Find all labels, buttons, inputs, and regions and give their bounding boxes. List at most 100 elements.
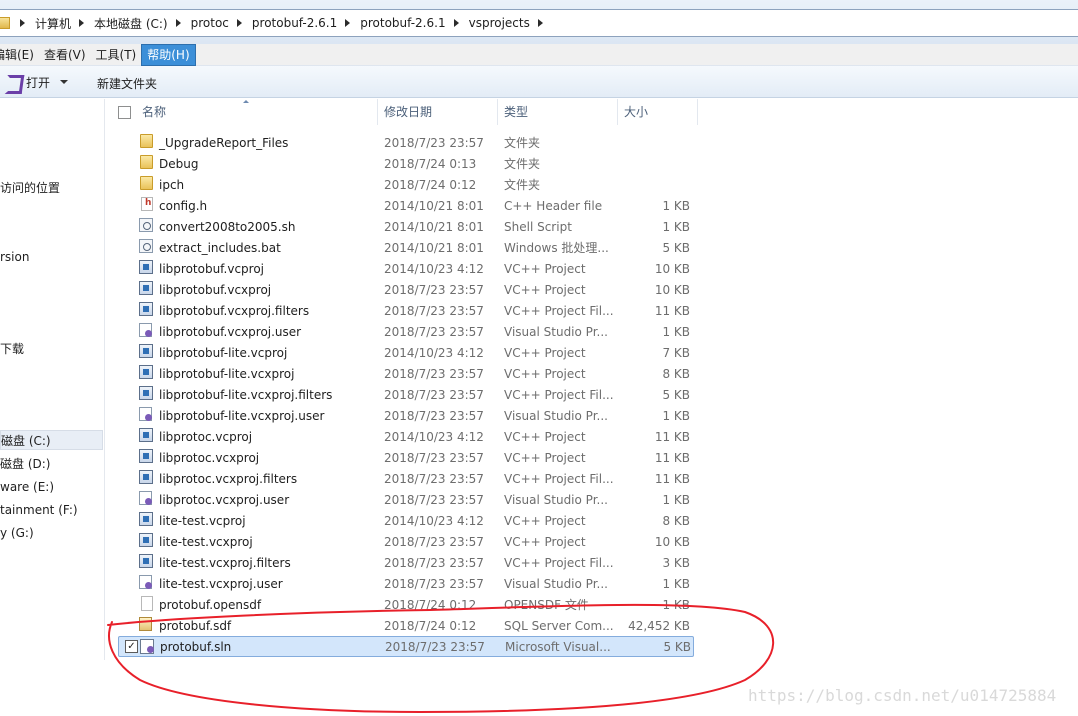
select-all-checkbox[interactable] [118, 106, 131, 119]
breadcrumb-item[interactable]: protoc [191, 16, 229, 30]
file-type: VC++ Project Fil... [504, 471, 614, 486]
file-name: libprotobuf.vcproj [159, 261, 265, 276]
file-row[interactable]: libprotobuf.vcxproj.user 2018/7/23 23:57 V… [106, 321, 698, 342]
file-type: Windows 批处理... [504, 241, 609, 255]
navigation-pane[interactable]: 访问的位置 rsion 下载 磁盘 (C:) 磁盘 (D:) ware (E:)… [0, 99, 105, 660]
breadcrumb-item[interactable]: protobuf-2.6.1 [252, 16, 337, 30]
file-type: Shell Script [504, 219, 572, 234]
menu-item[interactable]: 查看(V) [39, 44, 91, 66]
breadcrumb-separator-icon[interactable] [20, 19, 25, 27]
file-type: Visual Studio Pr... [504, 576, 608, 591]
file-row[interactable]: libprotobuf.vcxproj.filters 2018/7/23 23:… [106, 300, 698, 321]
project-file-icon [139, 428, 153, 442]
breadcrumb-separator-icon[interactable] [453, 19, 459, 27]
address-box[interactable]: 计算机 本地磁盘 (C:) protoc protobuf-2.6.1 protobuf… [0, 9, 1078, 37]
file-size: 1 KB [662, 198, 690, 213]
file-row[interactable]: libprotobuf-lite.vcxproj 2018/7/23 23:57 V… [106, 363, 698, 384]
file-name: lite-test.vcxproj [159, 534, 253, 549]
file-date: 2018/7/24 0:12 [384, 618, 477, 633]
file-row[interactable]: ipch 2018/7/24 0:12 文件夹 [106, 174, 698, 195]
column-date-label: 修改日期 [384, 105, 433, 119]
chevron-down-icon[interactable] [60, 80, 69, 84]
column-header-date[interactable]: 修改日期 [378, 99, 498, 125]
nav-item-recent-places[interactable]: 访问的位置 [0, 178, 103, 198]
file-row[interactable]: libprotobuf-lite.vcxproj.filters 2018/7/2… [106, 384, 698, 405]
file-type: Microsoft Visual... [505, 639, 611, 654]
project-file-icon [139, 533, 153, 547]
project-file-icon [139, 260, 153, 274]
nav-item-drive-c[interactable]: 磁盘 (C:) [0, 430, 103, 450]
column-header-type[interactable]: 类型 [498, 99, 618, 125]
breadcrumb-separator-icon[interactable] [79, 19, 85, 27]
file-list[interactable]: 名称 修改日期 类型 大小 _UpgradeReport_Files 2018/7… [106, 99, 1078, 660]
nav-item-drive-d[interactable]: 磁盘 (D:) [0, 454, 103, 474]
column-header-row: 名称 修改日期 类型 大小 [106, 99, 698, 125]
file-row[interactable]: protobuf.opensdf 2018/7/24 0:12 OPENSDF 文件… [106, 594, 698, 615]
file-date: 2014/10/23 4:12 [384, 429, 484, 444]
file-size: 3 KB [662, 555, 690, 570]
file-name: libprotobuf-lite.vcxproj [159, 366, 295, 381]
file-row[interactable]: lite-test.vcxproj.filters 2018/7/23 23:57… [106, 552, 698, 573]
file-type: OPENSDF 文件 [504, 598, 589, 612]
new-folder-button[interactable]: 新建文件夹 [97, 75, 157, 92]
menu-item[interactable]: 帮助(H) [141, 43, 196, 66]
breadcrumb-item[interactable]: 本地磁盘 (C:) [94, 15, 168, 32]
file-name: protobuf.sln [160, 639, 232, 654]
nav-item-version[interactable]: rsion [0, 247, 103, 267]
breadcrumb-item[interactable]: 计算机 [35, 15, 71, 32]
file-type: 文件夹 [504, 136, 541, 150]
file-size: 42,452 KB [628, 618, 690, 633]
folder-icon [0, 17, 10, 29]
file-date: 2018/7/23 23:57 [384, 324, 484, 339]
menu-item[interactable]: 工具(T) [91, 44, 142, 66]
file-row[interactable]: libprotobuf.vcproj 2014/10/23 4:12 VC++ Pr… [106, 258, 698, 279]
file-size: 11 KB [654, 471, 690, 486]
file-row[interactable]: extract_includes.bat 2014/10/21 8:01 Windo… [106, 237, 698, 258]
user-file-icon [139, 323, 152, 337]
file-row[interactable]: Debug 2018/7/24 0:13 文件夹 [106, 153, 698, 174]
file-name: config.h [159, 198, 208, 213]
breadcrumb-separator-icon[interactable] [537, 19, 543, 27]
file-row[interactable]: config.h 2014/10/21 8:01 C++ Header file 1 … [106, 195, 698, 216]
breadcrumb-separator-icon[interactable] [345, 19, 351, 27]
file-row[interactable]: libprotobuf-lite.vcxproj.user 2018/7/23 2… [106, 405, 698, 426]
file-row[interactable]: libprotobuf-lite.vcproj 2014/10/23 4:12 VC… [106, 342, 698, 363]
file-type: VC++ Project Fil... [504, 303, 614, 318]
file-row[interactable]: convert2008to2005.sh 2014/10/21 8:01 Shell… [106, 216, 698, 237]
file-row[interactable]: libprotoc.vcxproj 2018/7/23 23:57 VC++ Pro… [106, 447, 698, 468]
file-date: 2018/7/24 0:12 [384, 177, 477, 192]
open-button[interactable]: 打开 [4, 72, 69, 92]
project-file-icon [139, 449, 153, 463]
nav-item-drive-e[interactable]: ware (E:) [0, 477, 103, 497]
nav-item-drive-f[interactable]: tainment (F:) [0, 500, 103, 520]
project-file-icon [139, 554, 153, 568]
file-row[interactable]: protobuf.sdf 2018/7/24 0:12 SQL Server Com… [106, 615, 698, 636]
breadcrumb-separator-icon[interactable] [175, 19, 181, 27]
file-row[interactable]: lite-test.vcproj 2014/10/23 4:12 VC++ Proj… [106, 510, 698, 531]
menu-item[interactable]: 编辑(E) [0, 44, 39, 66]
file-row[interactable]: _UpgradeReport_Files 2018/7/23 23:57 文件夹 [106, 132, 698, 153]
file-row[interactable]: libprotoc.vcxproj.user 2018/7/23 23:57 Vis… [106, 489, 698, 510]
column-header-size[interactable]: 大小 [618, 99, 698, 125]
file-row[interactable]: lite-test.vcxproj 2018/7/23 23:57 VC++ Pro… [106, 531, 698, 552]
watermark-text: https://blog.csdn.net/u014725884 [748, 686, 1057, 705]
file-row[interactable]: ✓ protobuf.sln 2018/7/23 23:57 Microsoft Vi… [118, 636, 694, 657]
nav-item-downloads[interactable]: 下载 [0, 339, 103, 359]
nav-item-drive-g[interactable]: y (G:) [0, 523, 103, 543]
file-size: 1 KB [662, 492, 690, 507]
file-name: convert2008to2005.sh [159, 219, 296, 234]
file-size: 8 KB [662, 513, 690, 528]
breadcrumb-item[interactable]: vsprojects [469, 16, 530, 30]
file-size: 11 KB [654, 429, 690, 444]
row-checkbox[interactable]: ✓ [125, 640, 138, 653]
file-row[interactable]: libprotoc.vcxproj.filters 2018/7/23 23:57… [106, 468, 698, 489]
breadcrumb-separator-icon[interactable] [236, 19, 242, 27]
file-row[interactable]: libprotobuf.vcxproj 2018/7/23 23:57 VC++ P… [106, 279, 698, 300]
column-header-name[interactable]: 名称 [106, 99, 378, 125]
file-row[interactable]: libprotoc.vcproj 2014/10/23 4:12 VC++ Proj… [106, 426, 698, 447]
file-row[interactable]: lite-test.vcxproj.user 2018/7/23 23:57 Vis… [106, 573, 698, 594]
column-type-label: 类型 [504, 105, 529, 119]
project-file-icon [139, 365, 153, 379]
breadcrumb-item[interactable]: protobuf-2.6.1 [360, 16, 445, 30]
file-name: Debug [159, 156, 199, 171]
